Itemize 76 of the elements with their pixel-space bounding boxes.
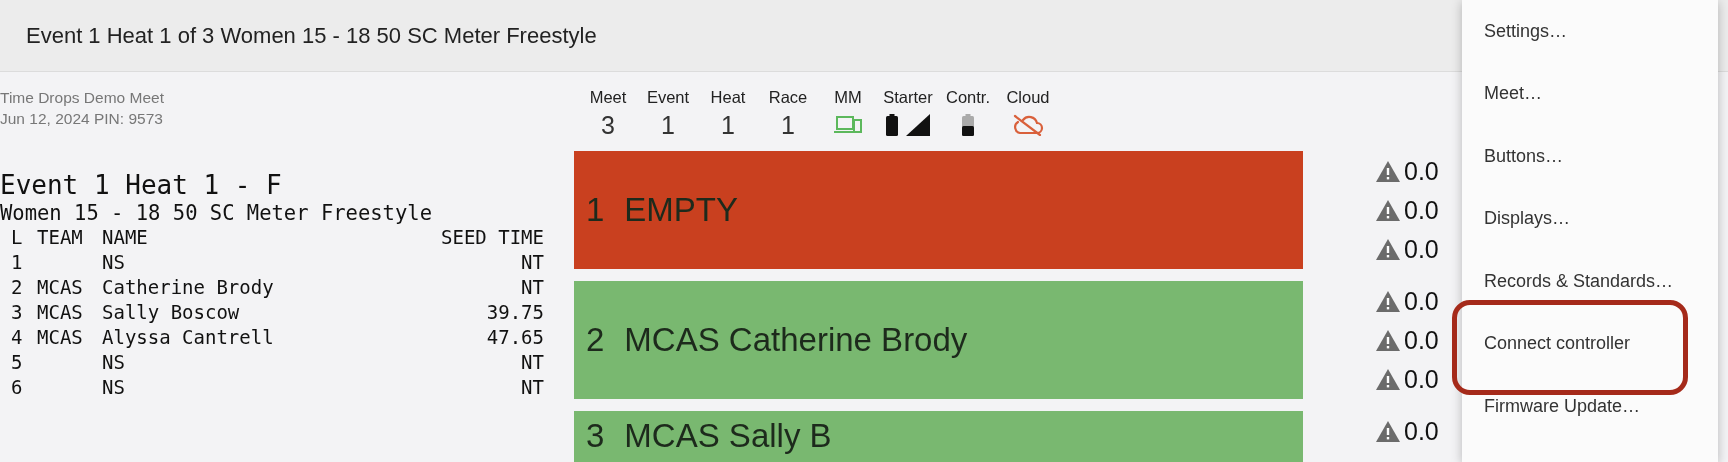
menu-item[interactable]: Displays… <box>1484 208 1571 230</box>
menu-item[interactable]: Connect controller <box>1484 333 1631 355</box>
lane-swimmer: MCAS Sally B <box>624 417 832 455</box>
team-cell: MCAS <box>37 300 83 325</box>
time-value: 0.0 <box>1404 196 1439 225</box>
name-cell: Alyssa Cantrell <box>102 325 274 350</box>
team-cell: MCAS <box>37 275 83 300</box>
seed-time-cell: 47.65 <box>486 325 544 350</box>
menu-item[interactable]: Settings… <box>1484 20 1568 42</box>
column-header: L <box>11 225 23 250</box>
battery-icon <box>962 114 974 136</box>
lane-number: 3 <box>586 417 605 455</box>
warning-icon <box>1376 239 1400 260</box>
device-label: MM <box>834 87 862 107</box>
name-cell: NS <box>102 250 125 275</box>
lane-number: 2 <box>586 321 605 359</box>
lane-swimmer: EMPTY <box>624 191 739 229</box>
counter-value: 1 <box>661 110 675 141</box>
counter-value: 1 <box>721 110 735 141</box>
seed-time-cell: 39.75 <box>486 300 544 325</box>
warning-icon <box>1376 421 1400 443</box>
counter-label: Event <box>646 87 690 107</box>
meet-details: Jun 12, 2024 PIN: 9573 <box>0 109 163 129</box>
devices-icon <box>833 115 863 135</box>
name-cell: NS <box>102 375 125 400</box>
menu-item[interactable]: Buttons… <box>1484 145 1564 167</box>
lane-cell: 3 <box>11 300 23 325</box>
lane-cell: 1 <box>11 250 23 275</box>
time-value: 0.0 <box>1404 287 1439 316</box>
screen-title: Event 1 Heat 1 of 3 Women 15 - 18 50 SC Meter Freestyle <box>26 22 597 49</box>
device-label: Starter <box>883 87 933 107</box>
meet-name: Time Drops Demo Meet <box>0 88 164 108</box>
heat-heading: Event 1 Heat 1 - F <box>0 169 282 201</box>
name-cell: Catherine Brody <box>102 275 274 300</box>
time-value: 0.0 <box>1404 326 1439 355</box>
counter-value: 3 <box>601 110 615 141</box>
counter-value: 1 <box>781 110 795 141</box>
warning-icon <box>1376 291 1400 312</box>
lane-bar[interactable]: 2 MCAS Catherine Brody <box>574 281 1303 399</box>
warning-icon <box>1376 200 1400 221</box>
warning-icon <box>1376 369 1400 390</box>
device-label: Cloud <box>1006 87 1050 107</box>
event-subtitle: Women 15 - 18 50 SC Meter Freestyle <box>0 201 432 225</box>
column-header: SEED TIME <box>441 225 544 250</box>
time-value: 0.0 <box>1404 365 1439 394</box>
column-header: TEAM <box>37 225 83 250</box>
lane-bar[interactable]: 3 MCAS Sally B <box>574 411 1303 462</box>
lane-number: 1 <box>586 191 605 229</box>
lane-cell: 2 <box>11 275 23 300</box>
name-cell: Sally Boscow <box>102 300 240 325</box>
menu-item[interactable]: Records & Standards… <box>1484 270 1674 292</box>
counter-label: Meet <box>589 87 627 107</box>
team-cell: MCAS <box>37 325 83 350</box>
seed-time-cell: NT <box>521 350 544 375</box>
device-label: Contr. <box>946 87 990 107</box>
counter-label: Heat <box>710 87 746 107</box>
time-value: 0.0 <box>1404 417 1439 447</box>
seed-time-cell: NT <box>521 275 544 300</box>
lane-cell: 5 <box>11 350 23 375</box>
seed-time-cell: NT <box>521 250 544 275</box>
signal-icon <box>906 114 930 136</box>
menu-item[interactable]: Firmware Update… <box>1484 395 1641 417</box>
battery-icon <box>886 114 898 136</box>
counter-label: Race <box>768 87 808 107</box>
cloud-off-icon <box>1012 114 1044 136</box>
name-cell: NS <box>102 350 125 375</box>
time-value: 0.0 <box>1404 235 1439 264</box>
time-value: 0.0 <box>1404 157 1439 186</box>
menu-item[interactable]: Meet… <box>1484 83 1543 105</box>
warning-icon <box>1376 161 1400 182</box>
lane-cell: 6 <box>11 375 23 400</box>
seed-time-cell: NT <box>521 375 544 400</box>
column-header: NAME <box>102 225 148 250</box>
warning-icon <box>1376 330 1400 351</box>
lane-cell: 4 <box>11 325 23 350</box>
lane-swimmer: MCAS Catherine Brody <box>624 321 968 359</box>
